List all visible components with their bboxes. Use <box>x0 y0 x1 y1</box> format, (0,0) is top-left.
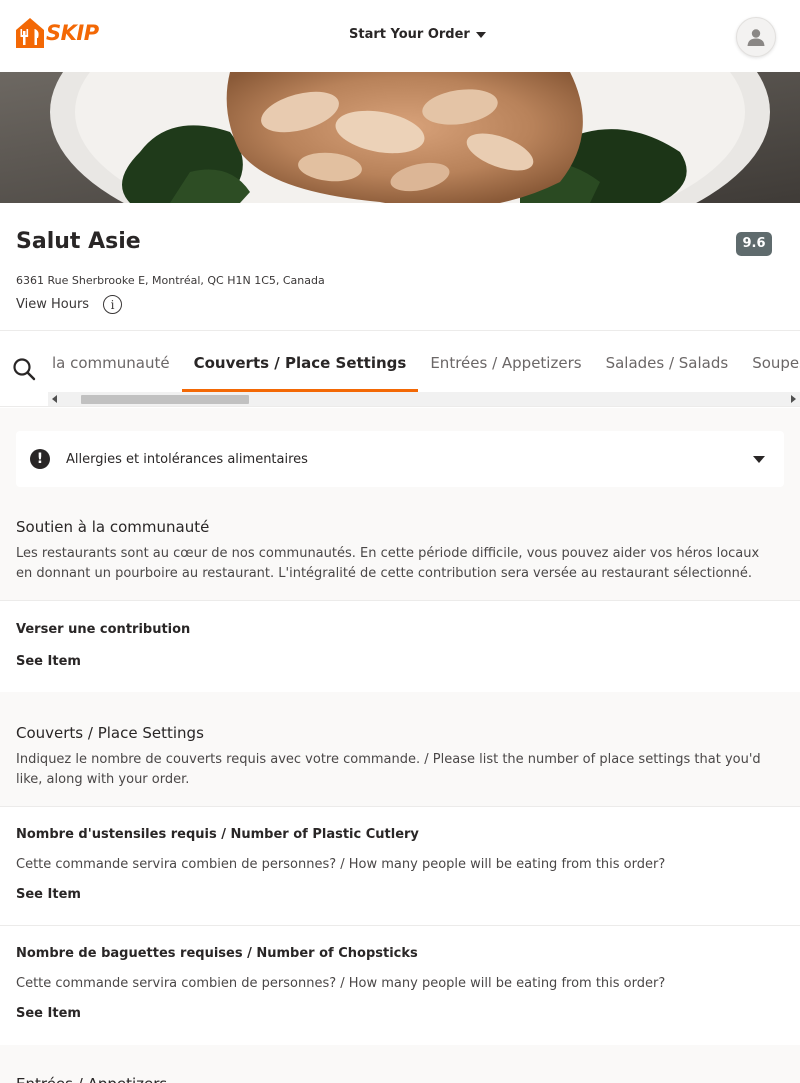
menu-item-plastic-cutlery[interactable]: Nombre d'ustensiles requis / Number of P… <box>0 806 800 926</box>
account-avatar-button[interactable] <box>736 17 776 57</box>
see-item-link[interactable]: See Item <box>16 654 81 669</box>
menu-item-contribution[interactable]: Verser une contribution See Item <box>0 600 800 692</box>
section-title-community: Soutien à la communauté <box>16 518 210 536</box>
allergy-label: Allergies et intolérances alimentaires <box>66 451 308 467</box>
tab-soups[interactable]: Soupes Tonkin <box>740 331 800 392</box>
tabs-horizontal-scrollbar[interactable] <box>48 392 800 406</box>
menu-item-chopsticks[interactable]: Nombre de baguettes requises / Number of… <box>0 925 800 1045</box>
start-order-dropdown[interactable]: Start Your Order <box>349 27 486 42</box>
item-name: Nombre de baguettes requises / Number of… <box>16 946 418 961</box>
scroll-right-icon[interactable] <box>791 395 796 403</box>
section-description-place-settings: Indiquez le nombre de couverts requis av… <box>16 752 761 787</box>
view-hours-label: View Hours <box>16 297 90 312</box>
top-header: SKIP Start Your Order <box>0 0 800 72</box>
restaurant-address: 6361 Rue Sherbrooke E, Montréal, QC H1N … <box>16 274 325 287</box>
allergy-dropdown[interactable]: ! Allergies et intolérances alimentaires <box>16 431 784 487</box>
start-order-label: Start Your Order <box>349 27 470 42</box>
chevron-down-icon <box>475 31 486 38</box>
section-title-place-settings: Couverts / Place Settings <box>16 724 204 742</box>
scroll-left-icon[interactable] <box>52 395 57 403</box>
see-item-link[interactable]: See Item <box>16 1006 81 1021</box>
info-icon[interactable]: i <box>103 295 123 314</box>
logo-wordmark: SKIP <box>46 21 99 45</box>
skip-logo[interactable]: SKIP <box>15 16 99 50</box>
tab-appetizers[interactable]: Entrées / Appetizers <box>418 331 593 392</box>
restaurant-hero-image <box>0 72 800 203</box>
category-tabs: la communauté Couverts / Place Settings … <box>48 331 800 392</box>
section-title-appetizers: Entrées / Appetizers <box>16 1075 167 1083</box>
item-description: Cette commande servira combien de person… <box>16 857 666 872</box>
item-name: Verser une contribution <box>16 622 191 637</box>
chevron-down-icon <box>753 456 765 463</box>
item-description: Cette commande servira combien de person… <box>16 976 666 991</box>
rating-badge: 9.6 <box>736 232 772 256</box>
restaurant-name: Salut Asie <box>16 229 141 254</box>
category-tabs-viewport: la communauté Couverts / Place Settings … <box>48 331 800 392</box>
category-nav: la communauté Couverts / Place Settings … <box>0 330 800 407</box>
user-icon <box>747 29 765 46</box>
section-description-community: Les restaurants sont au cœur de nos comm… <box>16 546 760 581</box>
tab-place-settings[interactable]: Couverts / Place Settings <box>181 331 419 392</box>
view-hours-link[interactable]: View Hours i <box>16 295 123 314</box>
tab-community[interactable]: la communauté <box>48 331 182 392</box>
search-icon[interactable] <box>12 357 36 381</box>
scrollbar-thumb[interactable] <box>81 395 249 404</box>
item-name: Nombre d'ustensiles requis / Number of P… <box>16 827 419 842</box>
skip-house-icon <box>15 17 45 49</box>
exclamation-icon: ! <box>30 449 50 469</box>
see-item-link[interactable]: See Item <box>16 887 81 902</box>
tab-salads[interactable]: Salades / Salads <box>594 331 741 392</box>
